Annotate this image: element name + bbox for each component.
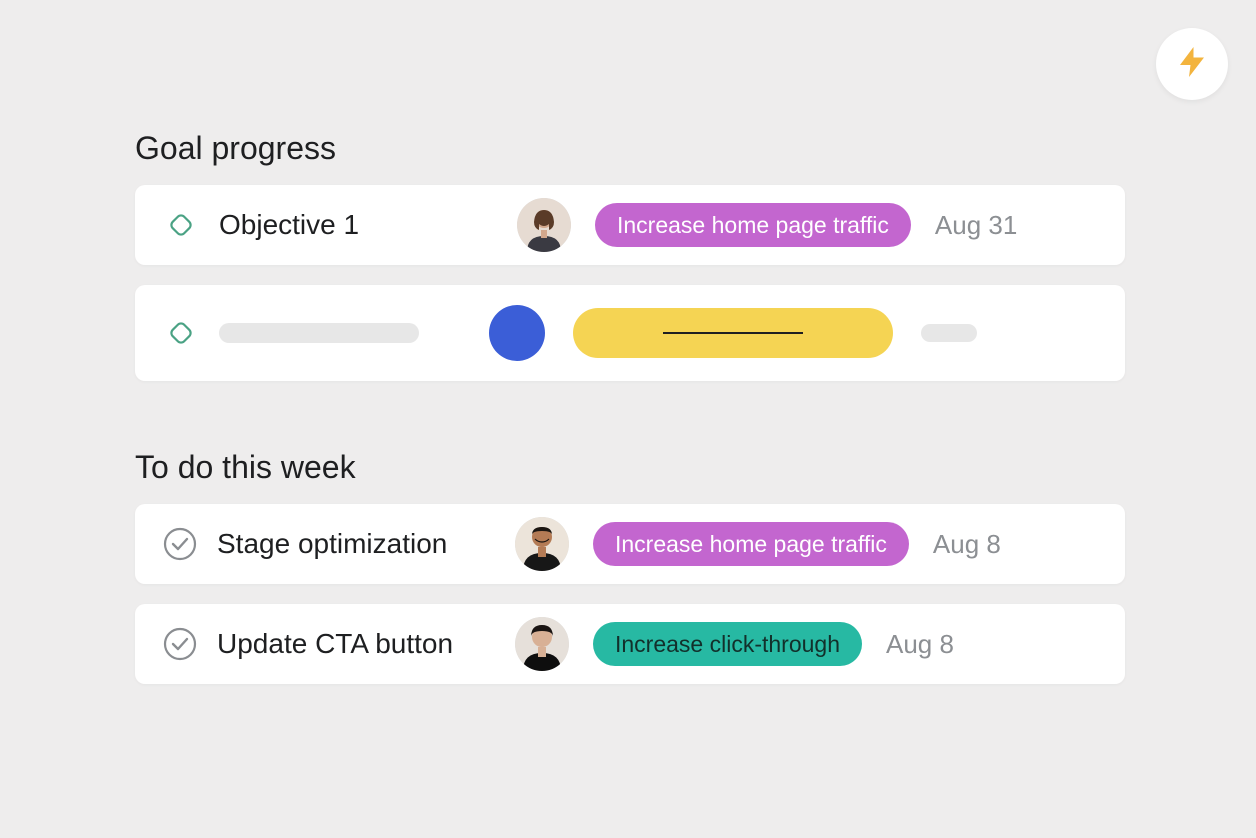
- avatar[interactable]: [515, 517, 569, 571]
- due-date: Aug 8: [886, 629, 954, 660]
- due-date: Aug 8: [933, 529, 1001, 560]
- placeholder-avatar: [489, 305, 545, 361]
- placeholder-tag-text-line: [663, 332, 803, 334]
- avatar[interactable]: [517, 198, 571, 252]
- due-date: Aug 31: [935, 210, 1017, 241]
- goal-row[interactable]: Objective 1 Increase home page traffic A…: [135, 185, 1125, 265]
- goal-progress-section: Goal progress Objective 1 Increase home …: [135, 130, 1125, 381]
- lightning-button[interactable]: [1156, 28, 1228, 100]
- check-circle-icon[interactable]: [163, 627, 197, 661]
- section-title-goal: Goal progress: [135, 130, 1125, 167]
- project-tag[interactable]: Increase home page traffic: [593, 522, 909, 566]
- task-row[interactable]: Stage optimization Increase home page tr…: [135, 504, 1125, 584]
- lightning-icon: [1174, 44, 1210, 85]
- section-title-todo: To do this week: [135, 449, 1125, 486]
- check-circle-icon[interactable]: [163, 527, 197, 561]
- goal-title: Objective 1: [219, 209, 509, 241]
- goal-row-placeholder[interactable]: [135, 285, 1125, 381]
- placeholder-date-line: [921, 324, 977, 342]
- task-title: Update CTA button: [217, 628, 507, 660]
- task-title: Stage optimization: [217, 528, 507, 560]
- placeholder-title-line: [219, 323, 419, 343]
- project-tag[interactable]: Increase home page traffic: [595, 203, 911, 247]
- avatar[interactable]: [515, 617, 569, 671]
- goal-diamond-icon: [163, 207, 199, 243]
- task-row[interactable]: Update CTA button Increase click-through…: [135, 604, 1125, 684]
- goal-diamond-icon: [163, 315, 199, 351]
- project-tag[interactable]: Increase click-through: [593, 622, 862, 666]
- todo-section: To do this week Stage optimization: [135, 449, 1125, 684]
- placeholder-tag: [573, 308, 893, 358]
